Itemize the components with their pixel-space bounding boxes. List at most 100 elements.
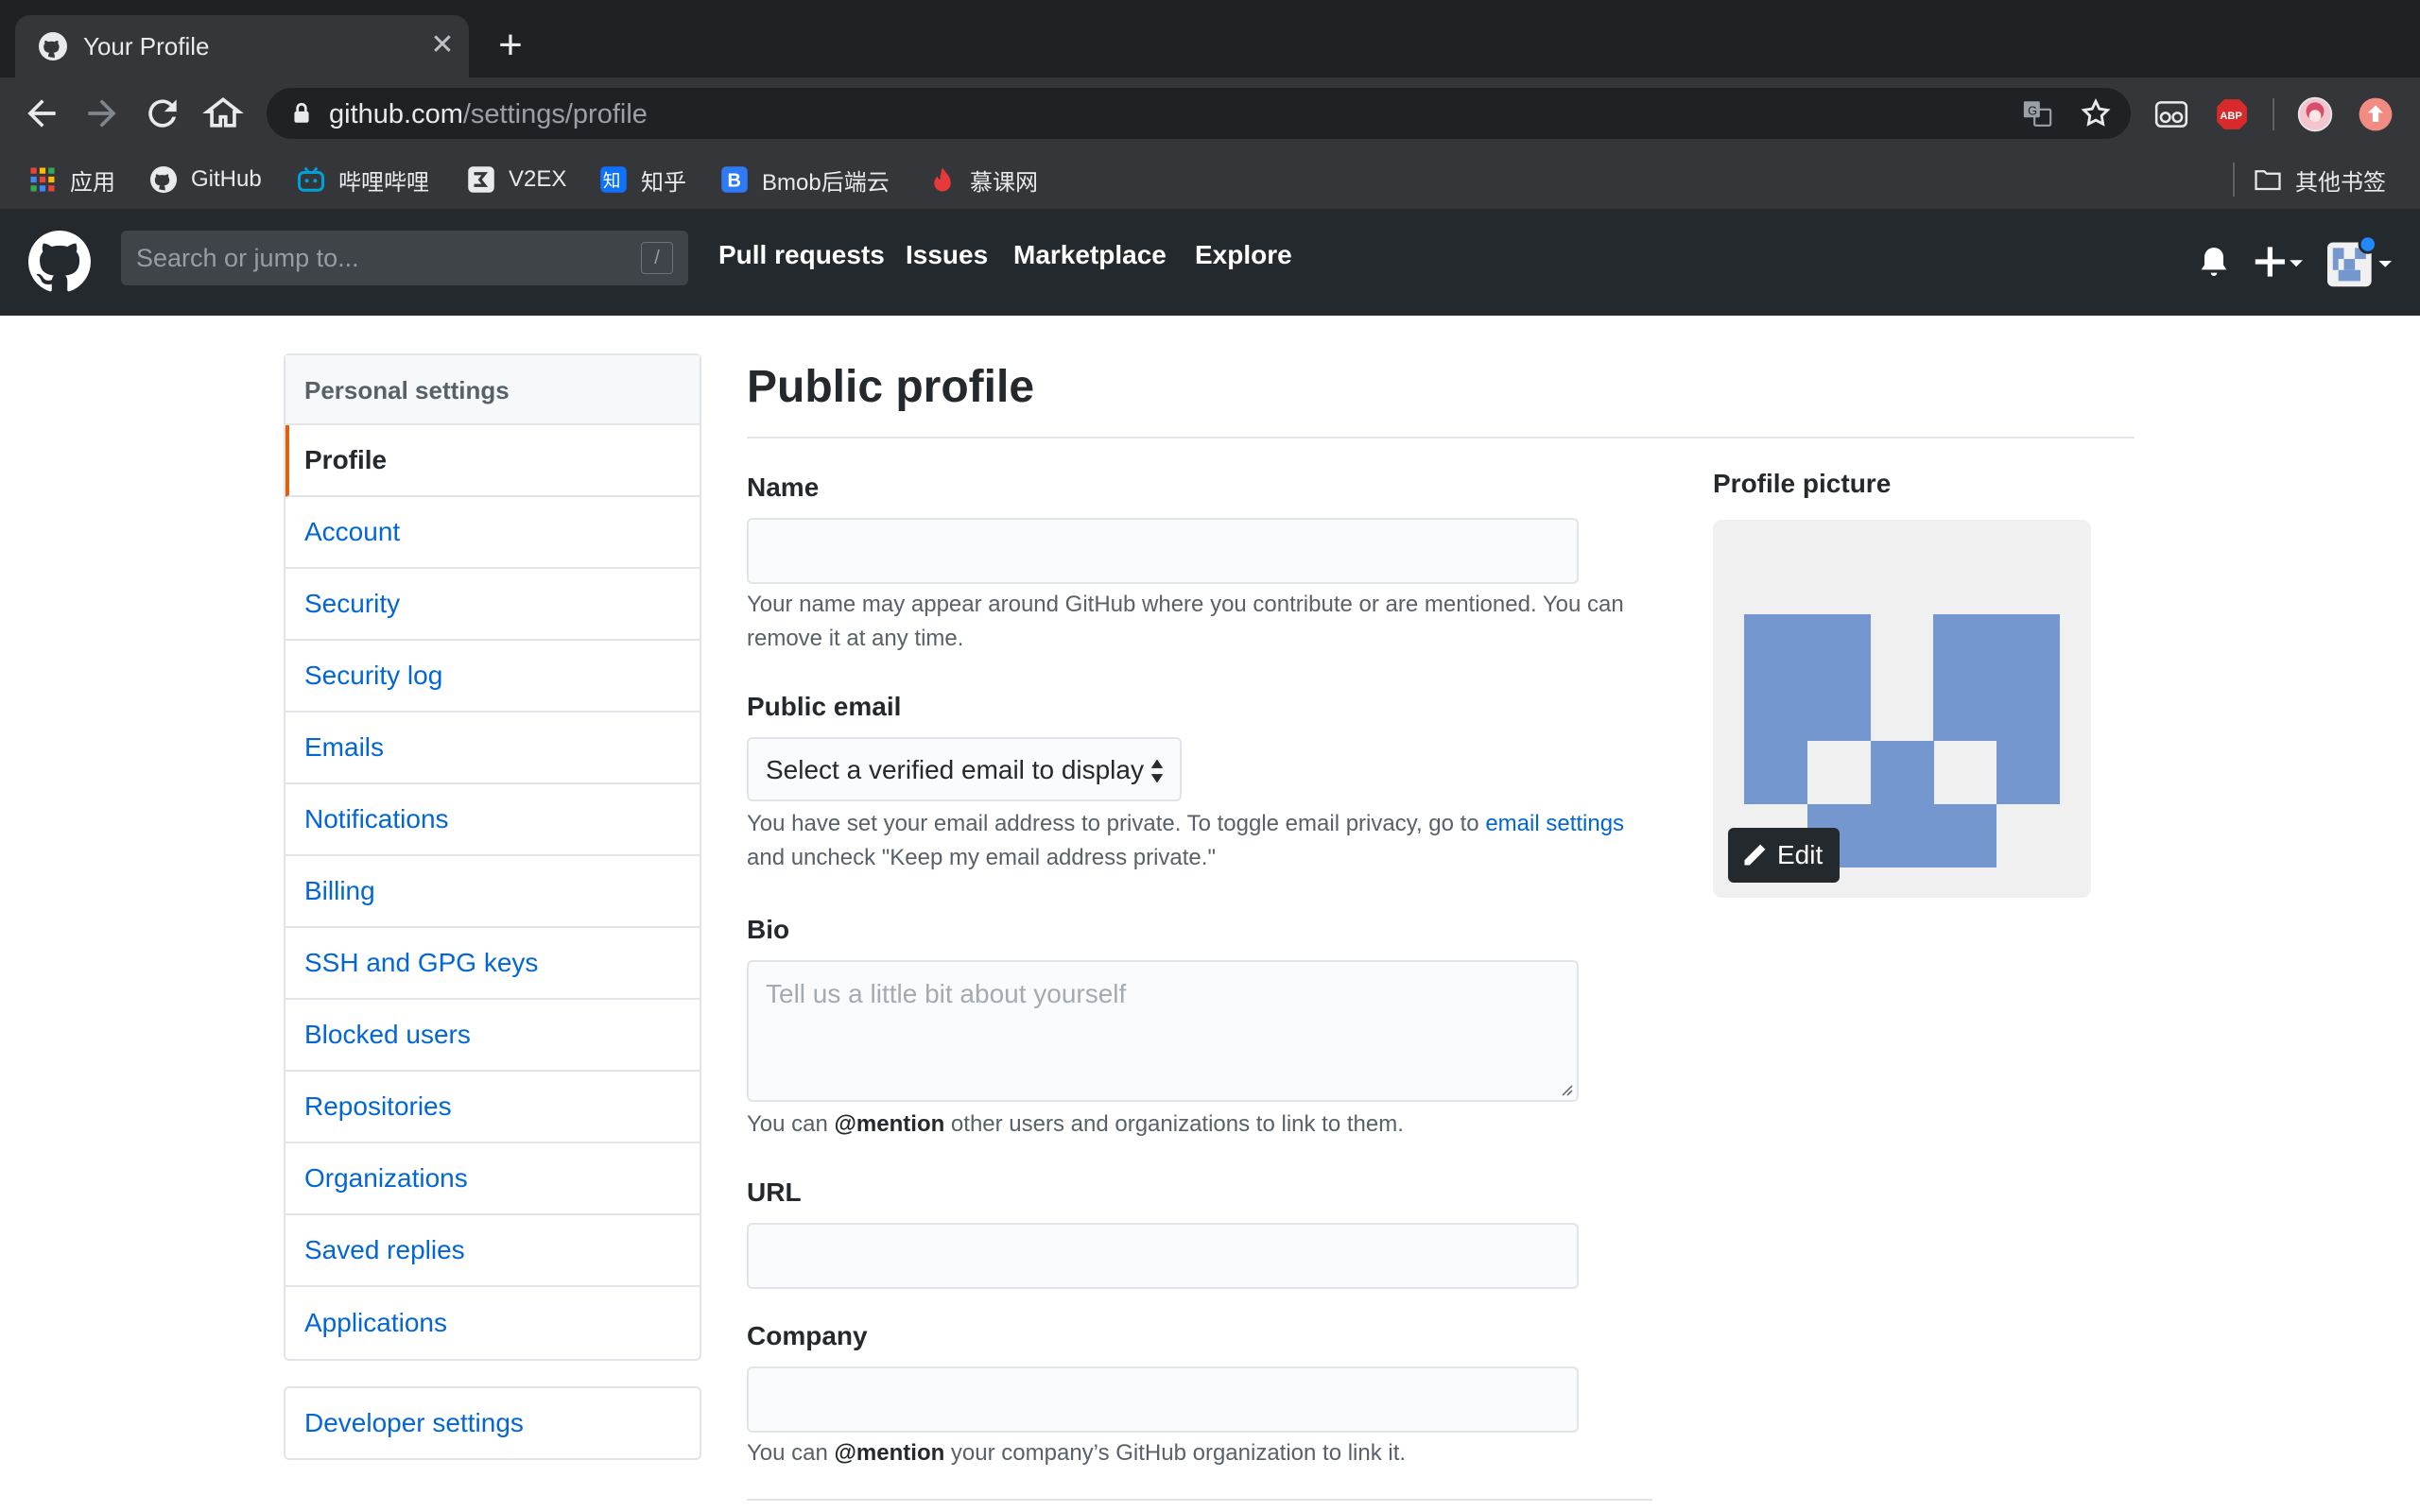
user-avatar-icon[interactable] (2297, 96, 2333, 132)
bell-icon[interactable] (2195, 238, 2233, 285)
sidebar-item-billing[interactable]: Billing (285, 856, 700, 928)
profile-picture-label: Profile picture (1713, 469, 1892, 498)
sidebar-heading: Personal settings (285, 355, 700, 425)
edit-profile-picture-button[interactable]: Edit (1728, 828, 1840, 883)
nav-issues[interactable]: Issues (906, 240, 988, 270)
svg-text:B: B (728, 171, 741, 192)
github-header: Search or jump to... / Pull requests Iss… (0, 210, 2420, 316)
sidebar-item-ssh-gpg-keys[interactable]: SSH and GPG keys (285, 928, 700, 1000)
bookmark-zhihu[interactable]: 知 知乎 (599, 159, 686, 200)
search-shortcut-badge: / (641, 242, 673, 274)
company-label: Company (747, 1321, 868, 1350)
bookmark-label: 知乎 (641, 169, 686, 196)
public-email-select-value: Select a verified email to display (766, 755, 1144, 784)
section-divider (747, 1499, 1652, 1501)
bookmark-bmob[interactable]: B Bmob后端云 (720, 159, 890, 200)
bookmarks-bar: 应用 GitHub 哔哩哔哩 V2EX 知 知乎 B Bmob后端云 慕课网 其… (0, 149, 2420, 210)
bookmark-github[interactable]: GitHub (149, 159, 262, 200)
public-email-label: Public email (747, 692, 902, 721)
bio-help-text: You can @mention other users and organiz… (747, 1108, 1654, 1142)
email-note-text-after: and uncheck "Keep my email address priva… (747, 845, 1216, 870)
resize-grip-icon[interactable] (1560, 1083, 1573, 1096)
bookmark-apps[interactable]: 应用 (28, 159, 115, 200)
pencil-icon (1744, 844, 1766, 866)
tab-title: Your Profile (83, 32, 210, 60)
url-label: URL (747, 1177, 802, 1207)
url-host: github.com (329, 99, 463, 129)
sidebar-item-repositories[interactable]: Repositories (285, 1072, 700, 1143)
forward-arrow-icon[interactable] (81, 93, 123, 134)
company-input[interactable] (747, 1366, 1579, 1433)
home-icon[interactable] (202, 93, 244, 134)
nav-pull-requests[interactable]: Pull requests (718, 240, 885, 270)
back-arrow-icon[interactable] (21, 93, 62, 134)
sidebar-item-applications[interactable]: Applications (285, 1287, 700, 1359)
folder-icon (2255, 170, 2281, 191)
bookmark-imooc[interactable]: 慕课网 (928, 159, 1038, 200)
bio-note-text: You can (747, 1111, 835, 1137)
bio-note-mention: @mention (834, 1111, 945, 1137)
bilibili-icon (298, 166, 324, 192)
sidebar-item-notifications[interactable]: Notifications (285, 784, 700, 856)
extension-glasses-icon[interactable] (2153, 96, 2189, 132)
user-menu-avatar-icon[interactable] (2327, 234, 2394, 287)
bookmark-v2ex[interactable]: V2EX (467, 159, 566, 200)
tab-close-icon[interactable]: ✕ (425, 28, 459, 62)
bookmark-label: 慕课网 (970, 169, 1038, 196)
create-new-dropdown-icon[interactable] (2254, 238, 2303, 285)
url-input[interactable] (747, 1223, 1579, 1289)
translate-icon[interactable]: G (2021, 97, 2053, 129)
sidebar-item-account[interactable]: Account (285, 497, 700, 569)
sidebar-item-developer-settings[interactable]: Developer settings (284, 1386, 701, 1460)
sidebar-item-security[interactable]: Security (285, 569, 700, 641)
bio-note-text-after: other users and organizations to link to… (944, 1111, 1404, 1137)
svg-text:知: 知 (603, 171, 621, 192)
company-note-mention: @mention (834, 1440, 945, 1466)
public-email-select[interactable]: Select a verified email to display (747, 737, 1182, 801)
select-updown-icon (1150, 759, 1164, 783)
bookmark-label: 应用 (70, 169, 115, 196)
imooc-icon (934, 167, 951, 192)
company-help-text: You can @mention your company’s GitHub o… (747, 1436, 1654, 1470)
bio-label: Bio (747, 915, 790, 944)
bookmark-bilibili[interactable]: 哔哩哔哩 (297, 159, 429, 200)
sidebar-item-blocked-users[interactable]: Blocked users (285, 1000, 700, 1072)
bookmark-label: GitHub (191, 166, 262, 192)
svg-text:ABP: ABP (2220, 111, 2242, 122)
bookmark-star-icon[interactable] (2080, 97, 2112, 129)
public-email-help-text: You have set your email address to priva… (747, 807, 1654, 875)
lock-icon (294, 102, 309, 123)
adblock-plus-icon[interactable]: ABP (2214, 96, 2250, 132)
name-label: Name (747, 472, 820, 502)
github-favicon-icon (39, 32, 67, 60)
bio-placeholder: Tell us a little bit about yourself (766, 979, 1127, 1008)
email-note-text: You have set your email address to priva… (747, 811, 1486, 836)
apps-grid-icon (30, 167, 55, 192)
github-search-input[interactable]: Search or jump to... / (121, 231, 688, 285)
sidebar-item-organizations[interactable]: Organizations (285, 1143, 700, 1215)
github-logo-icon[interactable] (28, 231, 91, 293)
sidebar-item-security-log[interactable]: Security log (285, 641, 700, 713)
nav-marketplace[interactable]: Marketplace (1013, 240, 1167, 270)
email-settings-link[interactable]: email settings (1485, 811, 1624, 836)
address-bar[interactable]: github.com/settings/profile G (267, 88, 2131, 139)
reload-icon[interactable] (142, 93, 183, 134)
bookmark-other[interactable]: 其他书签 (2254, 159, 2386, 200)
sidebar-item-saved-replies[interactable]: Saved replies (285, 1215, 700, 1287)
bookmark-label: 哔哩哔哩 (338, 169, 429, 196)
browser-tab[interactable]: Your Profile ✕ (15, 15, 469, 77)
nav-explore[interactable]: Explore (1195, 240, 1292, 270)
sidebar-item-emails[interactable]: Emails (285, 713, 700, 784)
new-tab-button[interactable]: + (488, 25, 533, 70)
page-title: Public profile (747, 362, 1035, 412)
search-placeholder: Search or jump to... (136, 244, 359, 272)
bmob-icon: B (721, 166, 748, 193)
name-help-text: Your name may appear around GitHub where… (747, 592, 1624, 651)
name-input[interactable] (747, 518, 1579, 584)
bookmark-label: V2EX (509, 166, 567, 192)
update-arrow-icon[interactable] (2358, 96, 2394, 132)
sidebar-item-profile[interactable]: Profile (285, 425, 700, 497)
bookmark-label: Bmob后端云 (762, 169, 890, 196)
bookmark-label: 其他书签 (2295, 169, 2386, 196)
bio-textarea[interactable]: Tell us a little bit about yourself (747, 960, 1579, 1102)
